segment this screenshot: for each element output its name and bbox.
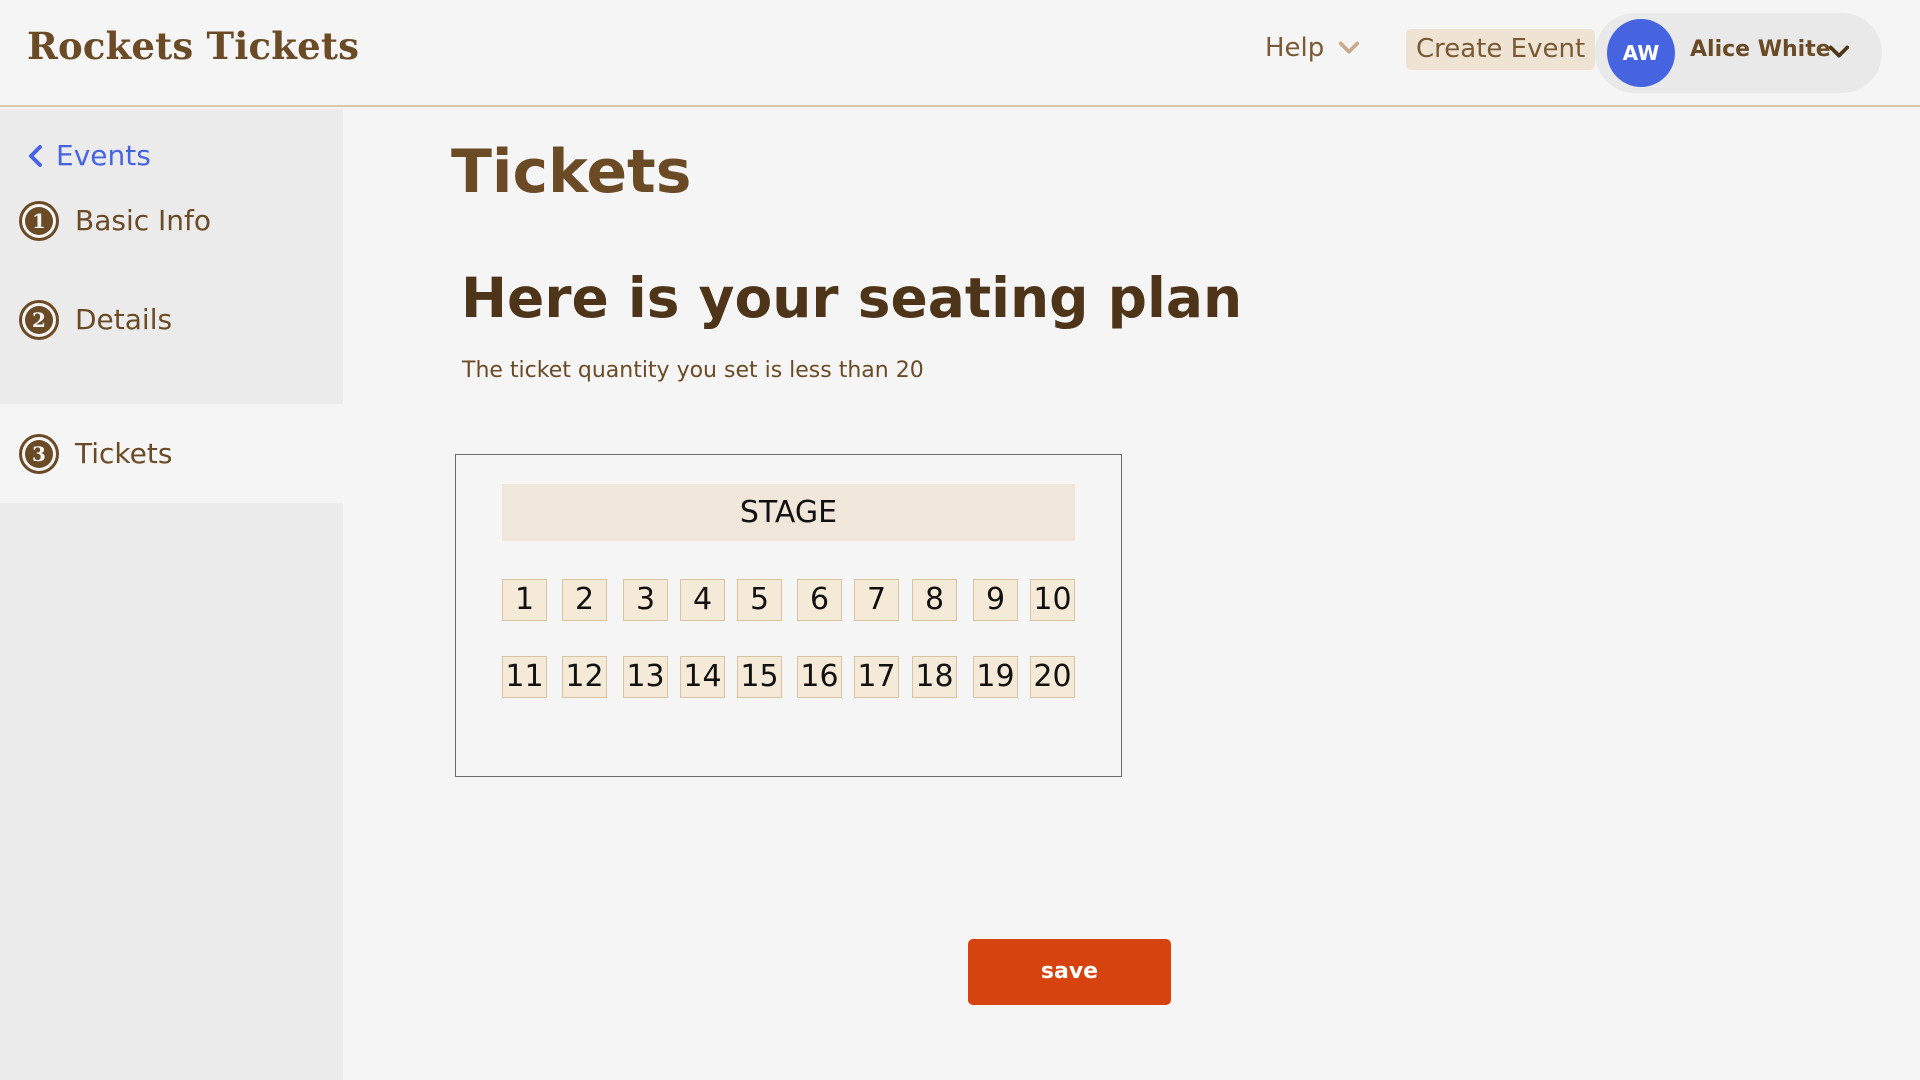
sidebar: Events 1 Basic Info 2 Details 3 Tickets xyxy=(0,109,343,1080)
step-number-icon: 1 xyxy=(19,200,59,241)
stage-label: STAGE xyxy=(502,484,1075,541)
seat[interactable]: 13 xyxy=(623,656,668,698)
help-label: Help xyxy=(1265,33,1325,63)
user-menu[interactable]: AW Alice White xyxy=(1595,13,1882,93)
seat[interactable]: 5 xyxy=(737,579,782,621)
step-label: Tickets xyxy=(75,437,173,470)
save-button[interactable]: save xyxy=(968,939,1171,1005)
seat[interactable]: 1 xyxy=(502,579,547,621)
seat[interactable]: 8 xyxy=(912,579,957,621)
step-label: Basic Info xyxy=(75,204,212,237)
seat[interactable]: 3 xyxy=(623,579,668,621)
seat[interactable]: 15 xyxy=(737,656,782,698)
user-name: Alice White xyxy=(1690,37,1831,62)
seat[interactable]: 2 xyxy=(562,579,607,621)
sidebar-step-basic-info[interactable]: 1 Basic Info xyxy=(0,171,343,270)
step-number-icon: 3 xyxy=(19,433,59,474)
seat[interactable]: 7 xyxy=(854,579,899,621)
seat[interactable]: 4 xyxy=(680,579,725,621)
subtitle: The ticket quantity you set is less than… xyxy=(462,358,924,383)
chevron-left-icon xyxy=(29,144,42,167)
chevron-down-icon xyxy=(1828,45,1850,58)
section-title: Here is your seating plan xyxy=(461,266,1243,330)
brand-logo[interactable]: Rockets Tickets xyxy=(27,24,359,68)
step-label: Details xyxy=(75,303,173,336)
sidebar-step-details[interactable]: 2 Details xyxy=(0,270,343,369)
seat[interactable]: 17 xyxy=(854,656,899,698)
seat[interactable]: 18 xyxy=(912,656,957,698)
back-to-events-link[interactable]: Events xyxy=(26,139,151,172)
sidebar-step-tickets[interactable]: 3 Tickets xyxy=(0,404,343,503)
page-title: Tickets xyxy=(451,137,692,207)
seat[interactable]: 14 xyxy=(680,656,725,698)
chevron-down-icon xyxy=(1339,41,1360,54)
seat[interactable]: 19 xyxy=(973,656,1018,698)
avatar: AW xyxy=(1607,19,1675,87)
seat[interactable]: 10 xyxy=(1030,579,1075,621)
create-event-button[interactable]: Create Event xyxy=(1406,29,1596,70)
seat[interactable]: 16 xyxy=(797,656,842,698)
help-menu[interactable]: Help xyxy=(1265,30,1360,66)
seat[interactable]: 9 xyxy=(973,579,1018,621)
seating-plan: STAGE 1 2 3 4 5 6 7 8 9 10 11 12 13 14 15 16 17 18 19 20 xyxy=(455,454,1122,777)
back-label: Events xyxy=(56,139,151,172)
seat[interactable]: 6 xyxy=(797,579,842,621)
top-header: Rockets Tickets Help Create Event AW Ali… xyxy=(0,0,1920,107)
seat[interactable]: 12 xyxy=(562,656,607,698)
seat[interactable]: 11 xyxy=(502,656,547,698)
seat[interactable]: 20 xyxy=(1030,656,1075,698)
step-number-icon: 2 xyxy=(19,299,59,340)
